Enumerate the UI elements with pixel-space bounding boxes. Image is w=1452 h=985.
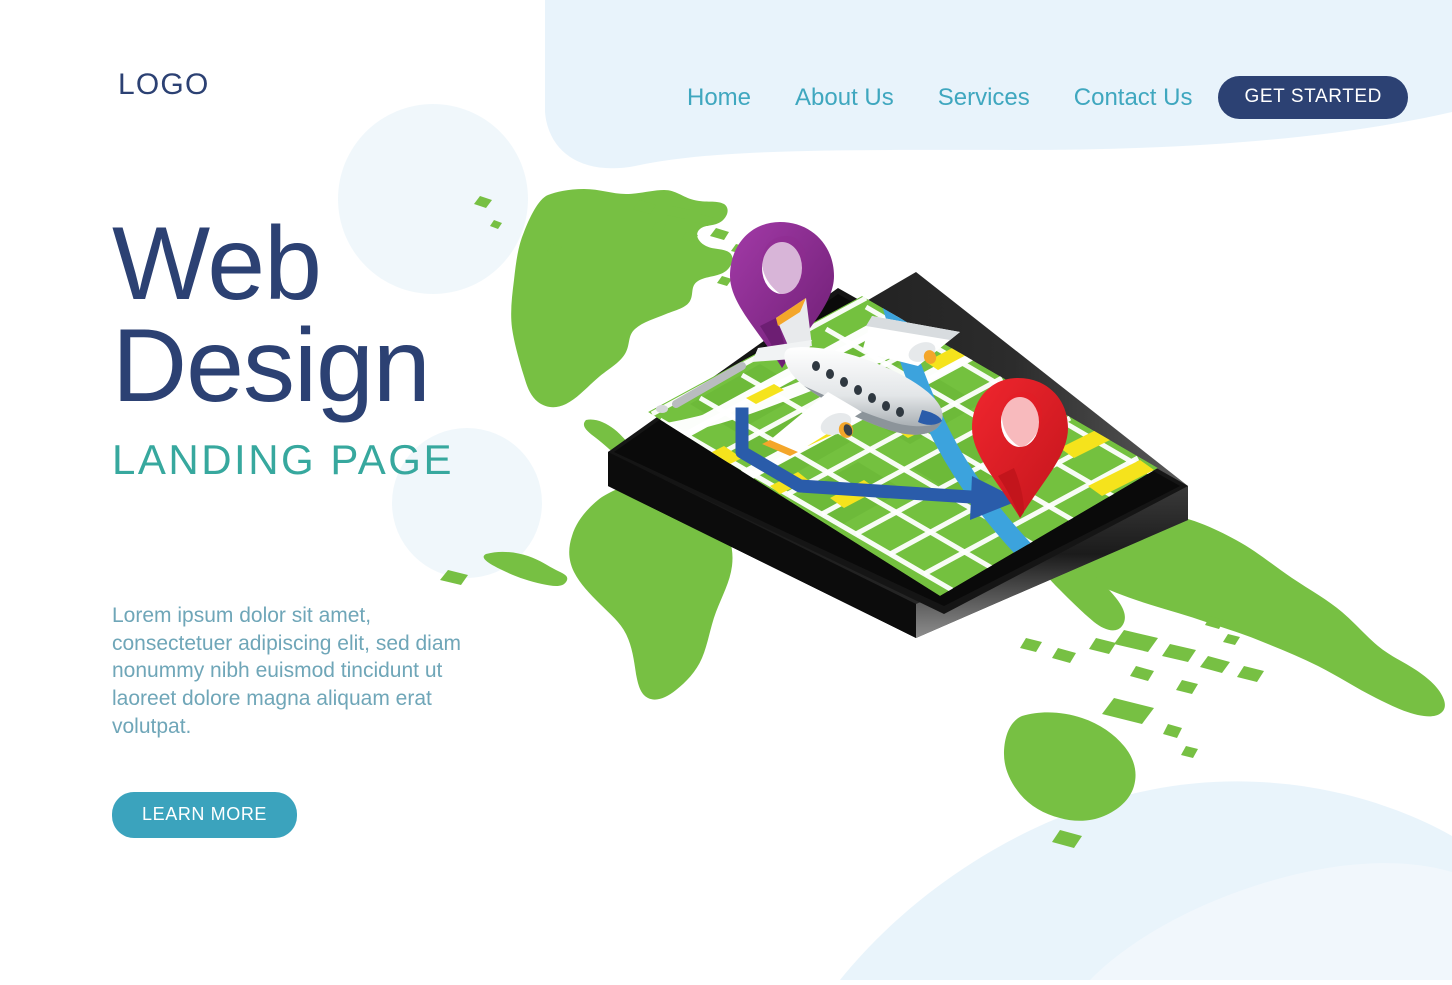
site-header: LOGO Home About Us Services Contact Us G…: [0, 0, 1452, 170]
page-title: Web Design: [112, 212, 542, 424]
front-camera-icon: [656, 405, 668, 413]
nav-item-about-us[interactable]: About Us: [773, 81, 916, 115]
page-subtitle: LANDING PAGE: [112, 435, 454, 483]
logo[interactable]: LOGO: [118, 68, 210, 102]
nav-item-services[interactable]: Services: [916, 81, 1052, 115]
main-navigation: Home About Us Services Contact Us GET ST…: [665, 76, 1408, 119]
learn-more-button[interactable]: LEARN MORE: [112, 792, 298, 839]
hero-paragraph: Lorem ipsum dolor sit amet, consectetuer…: [112, 603, 462, 738]
hero-section: Web Design LANDING PAGE Lorem ipsum dolo…: [112, 212, 542, 839]
landing-page: LOGO Home About Us Services Contact Us G…: [0, 0, 1452, 980]
get-started-button[interactable]: GET STARTED: [1218, 76, 1408, 119]
page-title-line-1: Web: [112, 206, 322, 322]
page-title-line-2: Design: [112, 307, 431, 424]
nav-item-contact-us[interactable]: Contact Us: [1052, 81, 1219, 115]
nav-item-home[interactable]: Home: [665, 81, 773, 115]
